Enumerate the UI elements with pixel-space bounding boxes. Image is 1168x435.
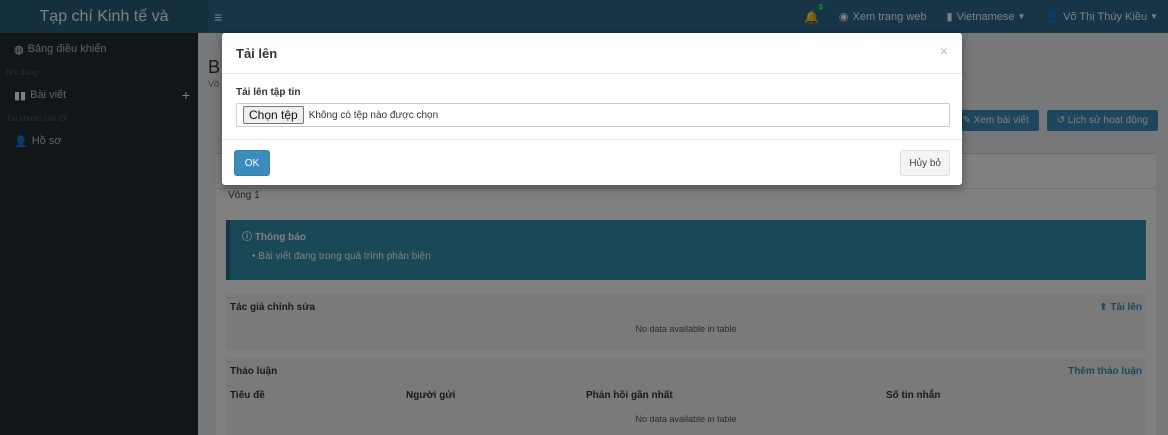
close-icon[interactable]: × xyxy=(940,43,948,59)
upload-modal: Tải lên × Tải lên tập tin Chọn tệp Không… xyxy=(222,33,962,185)
ok-button[interactable]: OK xyxy=(234,150,270,176)
file-status: Không có tệp nào được chọn xyxy=(308,109,439,121)
file-input[interactable]: Chọn tệp Không có tệp nào được chọn xyxy=(236,103,950,127)
upload-file-label: Tải lên tập tin xyxy=(236,87,301,98)
choose-file-button[interactable]: Chọn tệp xyxy=(243,106,304,124)
cancel-button[interactable]: Hủy bỏ xyxy=(900,150,950,176)
modal-footer: OK Hủy bỏ xyxy=(222,139,962,185)
modal-header: Tải lên × xyxy=(222,33,962,74)
modal-title: Tải lên xyxy=(236,46,278,61)
